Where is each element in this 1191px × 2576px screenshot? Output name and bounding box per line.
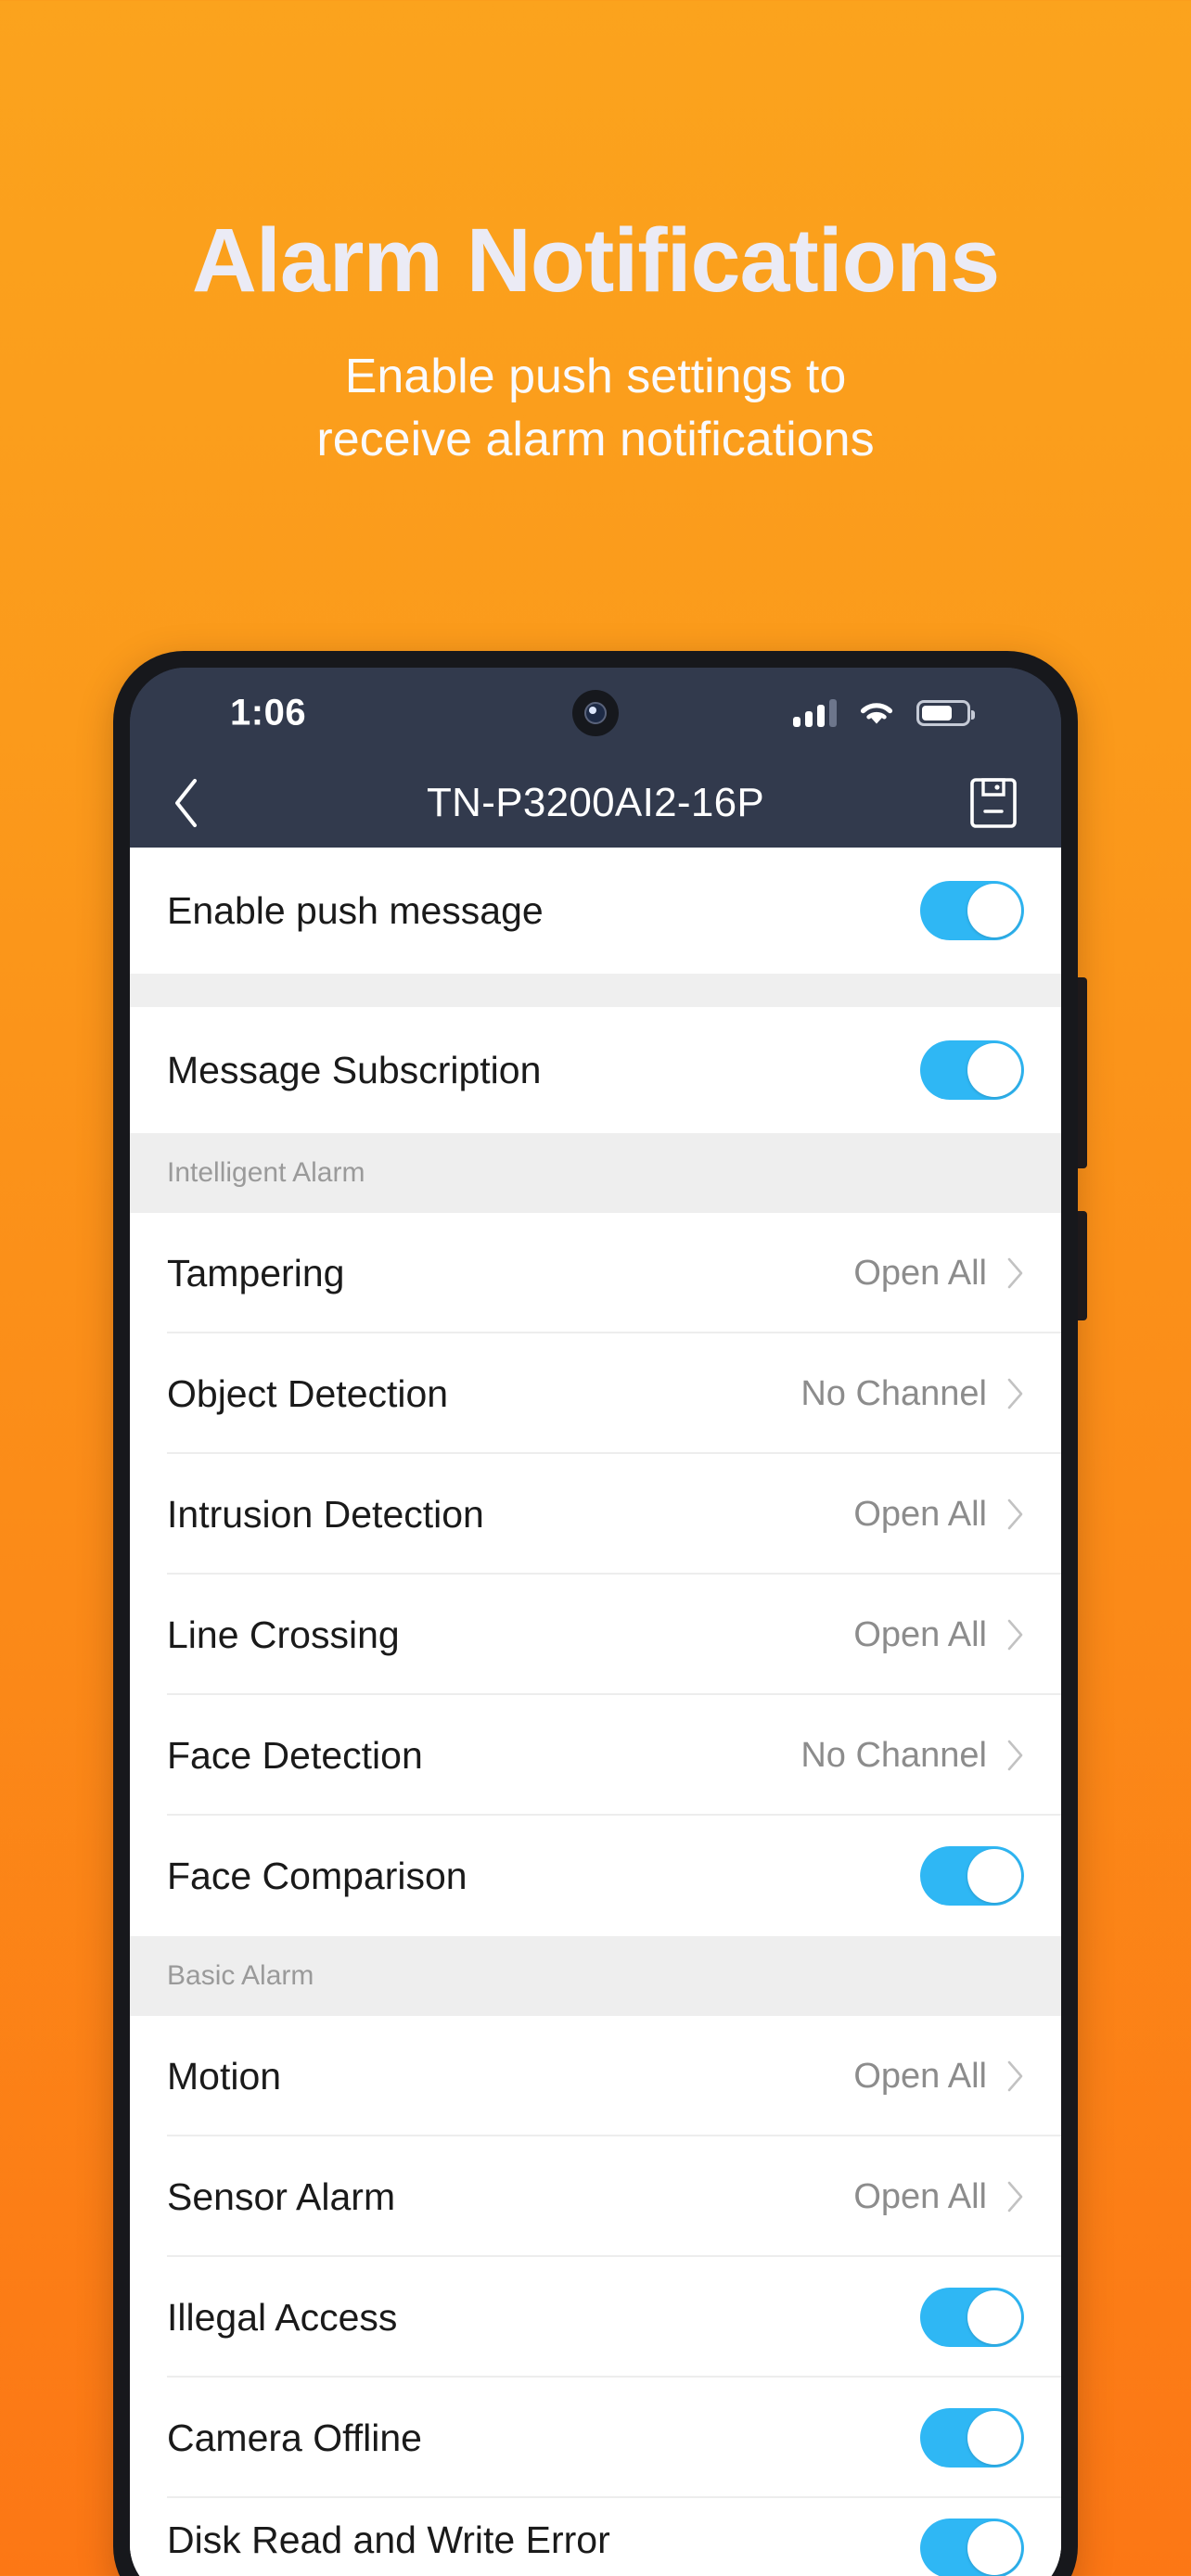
list-item-value: Open All [853, 1614, 987, 1654]
list-item[interactable]: Motion Open All [130, 2016, 1061, 2136]
camera-lens [584, 702, 607, 724]
toggle-switch[interactable] [920, 2519, 1024, 2576]
page-subtitle-line1: Enable push settings to [344, 350, 847, 403]
section-header-label: Basic Alarm [167, 1960, 314, 1991]
list-item-value: Open All [853, 2056, 987, 2096]
app-nav-bar: TN-P3200AI2-16P [130, 759, 1061, 848]
battery-icon [916, 700, 975, 726]
back-button[interactable] [173, 777, 215, 829]
list-item[interactable]: Disk Read and Write Error [130, 2498, 1061, 2576]
chevron-right-icon [1007, 1378, 1023, 1409]
list-item-label: Illegal Access [167, 2295, 398, 2339]
page-title: Alarm Notifications [191, 210, 1000, 311]
list-item[interactable]: Tampering Open All [130, 1213, 1061, 1333]
section-header-label: Intelligent Alarm [167, 1157, 365, 1188]
front-camera-icon [572, 690, 619, 736]
list-item-label: Line Crossing [167, 1613, 400, 1656]
hero-section: Alarm Notifications Enable push settings… [0, 0, 1191, 471]
list-item-label: Disk Read and Write Error [167, 2519, 610, 2561]
toggle-switch[interactable] [920, 2288, 1024, 2347]
list-item-label: Intrusion Detection [167, 1492, 484, 1536]
toggle-switch[interactable] [920, 1040, 1024, 1100]
list-item[interactable]: Enable push message [130, 848, 1061, 974]
toggle-switch[interactable] [920, 1846, 1024, 1906]
section-gap [130, 974, 1061, 1007]
list-item[interactable]: Line Crossing Open All [130, 1575, 1061, 1695]
section-header-intelligent-alarm: Intelligent Alarm [130, 1133, 1061, 1213]
list-item[interactable]: Intrusion Detection Open All [130, 1454, 1061, 1575]
list-item[interactable]: Illegal Access [130, 2257, 1061, 2378]
list-item-label: Message Subscription [167, 1048, 542, 1091]
toggle-knob [967, 2290, 1021, 2344]
chevron-right-icon [1007, 2181, 1023, 2213]
status-bar-clock: 1:06 [230, 692, 307, 733]
section-header-basic-alarm: Basic Alarm [130, 1936, 1061, 2016]
list-item[interactable]: Camera Offline [130, 2378, 1061, 2498]
chevron-left-icon [175, 779, 197, 827]
chevron-right-icon [1007, 1619, 1023, 1651]
list-item-value: No Channel [800, 1373, 987, 1413]
list-item-value: Open All [853, 1253, 987, 1293]
phone-frame: 1:06 TN-P3200AI2-16P Enable push message… [113, 651, 1078, 2576]
toggle-knob [967, 2411, 1021, 2465]
toggle-knob [967, 2521, 1021, 2575]
page-subtitle: Enable push settings to receive alarm no… [0, 346, 1191, 471]
list-item-label: Face Comparison [167, 1854, 467, 1897]
chevron-right-icon [1007, 1498, 1023, 1530]
list-item[interactable]: Message Subscription [130, 1007, 1061, 1133]
list-item-value: Open All [853, 2176, 987, 2216]
list-item-value: No Channel [800, 1735, 987, 1775]
chevron-right-icon [1007, 1740, 1023, 1771]
device-title: TN-P3200AI2-16P [426, 780, 765, 825]
list-item[interactable]: Face Detection No Channel [130, 1695, 1061, 1816]
list-item-label: Motion [167, 2054, 282, 2098]
status-bar-indicators [793, 699, 975, 727]
toggle-switch[interactable] [920, 881, 1024, 940]
list-item-label: Sensor Alarm [167, 2174, 396, 2218]
phone-mockup: 1:06 TN-P3200AI2-16P Enable push message… [113, 651, 1087, 2576]
list-item[interactable]: Object Detection No Channel [130, 1333, 1061, 1454]
toggle-knob [967, 884, 1021, 937]
cellular-signal-icon [793, 699, 837, 727]
list-item-label: Face Detection [167, 1733, 423, 1777]
save-floppy-icon [970, 778, 1017, 828]
toggle-switch[interactable] [920, 2408, 1024, 2468]
page-subtitle-line2: receive alarm notifications [316, 412, 875, 466]
chevron-right-icon [1007, 1257, 1023, 1289]
phone-screen: 1:06 TN-P3200AI2-16P Enable push message… [130, 668, 1061, 2576]
toggle-knob [967, 1043, 1021, 1097]
list-item-label: Tampering [167, 1251, 345, 1294]
chevron-right-icon [1007, 2060, 1023, 2092]
list-item-label: Enable push message [167, 888, 544, 932]
list-item[interactable]: Sensor Alarm Open All [130, 2136, 1061, 2257]
wifi-icon [860, 703, 893, 724]
toggle-knob [967, 1849, 1021, 1903]
status-bar: 1:06 [130, 668, 1061, 759]
save-button[interactable] [968, 776, 1018, 830]
list-item-label: Object Detection [167, 1371, 449, 1415]
settings-list[interactable]: Enable push message Message Subscription… [130, 848, 1061, 2576]
list-item-label: Camera Offline [167, 2416, 422, 2459]
list-item[interactable]: Face Comparison [130, 1816, 1061, 1936]
battery-level [922, 706, 953, 721]
list-item-value: Open All [853, 1494, 987, 1534]
